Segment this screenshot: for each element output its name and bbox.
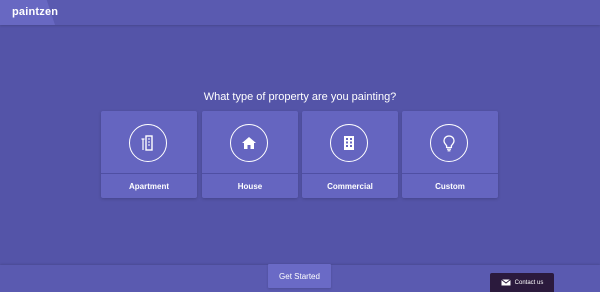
contact-us-label: Contact us xyxy=(514,279,544,286)
apartment-icon xyxy=(141,135,153,151)
building-icon-circle xyxy=(330,124,368,162)
card-divider xyxy=(302,173,398,174)
option-label-commercial: Commercial xyxy=(327,182,373,191)
house-icon-circle xyxy=(230,124,268,162)
lightbulb-icon xyxy=(443,134,455,151)
envelope-icon xyxy=(500,279,511,286)
brand-logo[interactable]: paintzen xyxy=(12,6,58,18)
get-started-button[interactable]: Get Started xyxy=(268,264,331,288)
option-card-custom[interactable]: Custom xyxy=(402,111,498,198)
building-icon xyxy=(344,136,354,150)
apartment-icon-circle xyxy=(129,124,167,162)
option-card-house[interactable]: House xyxy=(202,111,298,198)
option-label-custom: Custom xyxy=(435,182,465,191)
top-bar: paintzen xyxy=(0,0,600,25)
card-divider xyxy=(101,173,197,174)
option-card-apartment[interactable]: Apartment xyxy=(101,111,197,198)
page-question: What type of property are you painting? xyxy=(203,91,397,103)
contact-us-button[interactable]: Contact us xyxy=(490,273,554,292)
card-divider xyxy=(402,173,498,174)
lightbulb-icon-circle xyxy=(430,124,468,162)
option-label-apartment: Apartment xyxy=(128,182,169,191)
house-icon xyxy=(242,137,256,149)
option-label-house: House xyxy=(237,182,263,191)
option-card-commercial[interactable]: Commercial xyxy=(302,111,398,198)
card-divider xyxy=(202,173,298,174)
